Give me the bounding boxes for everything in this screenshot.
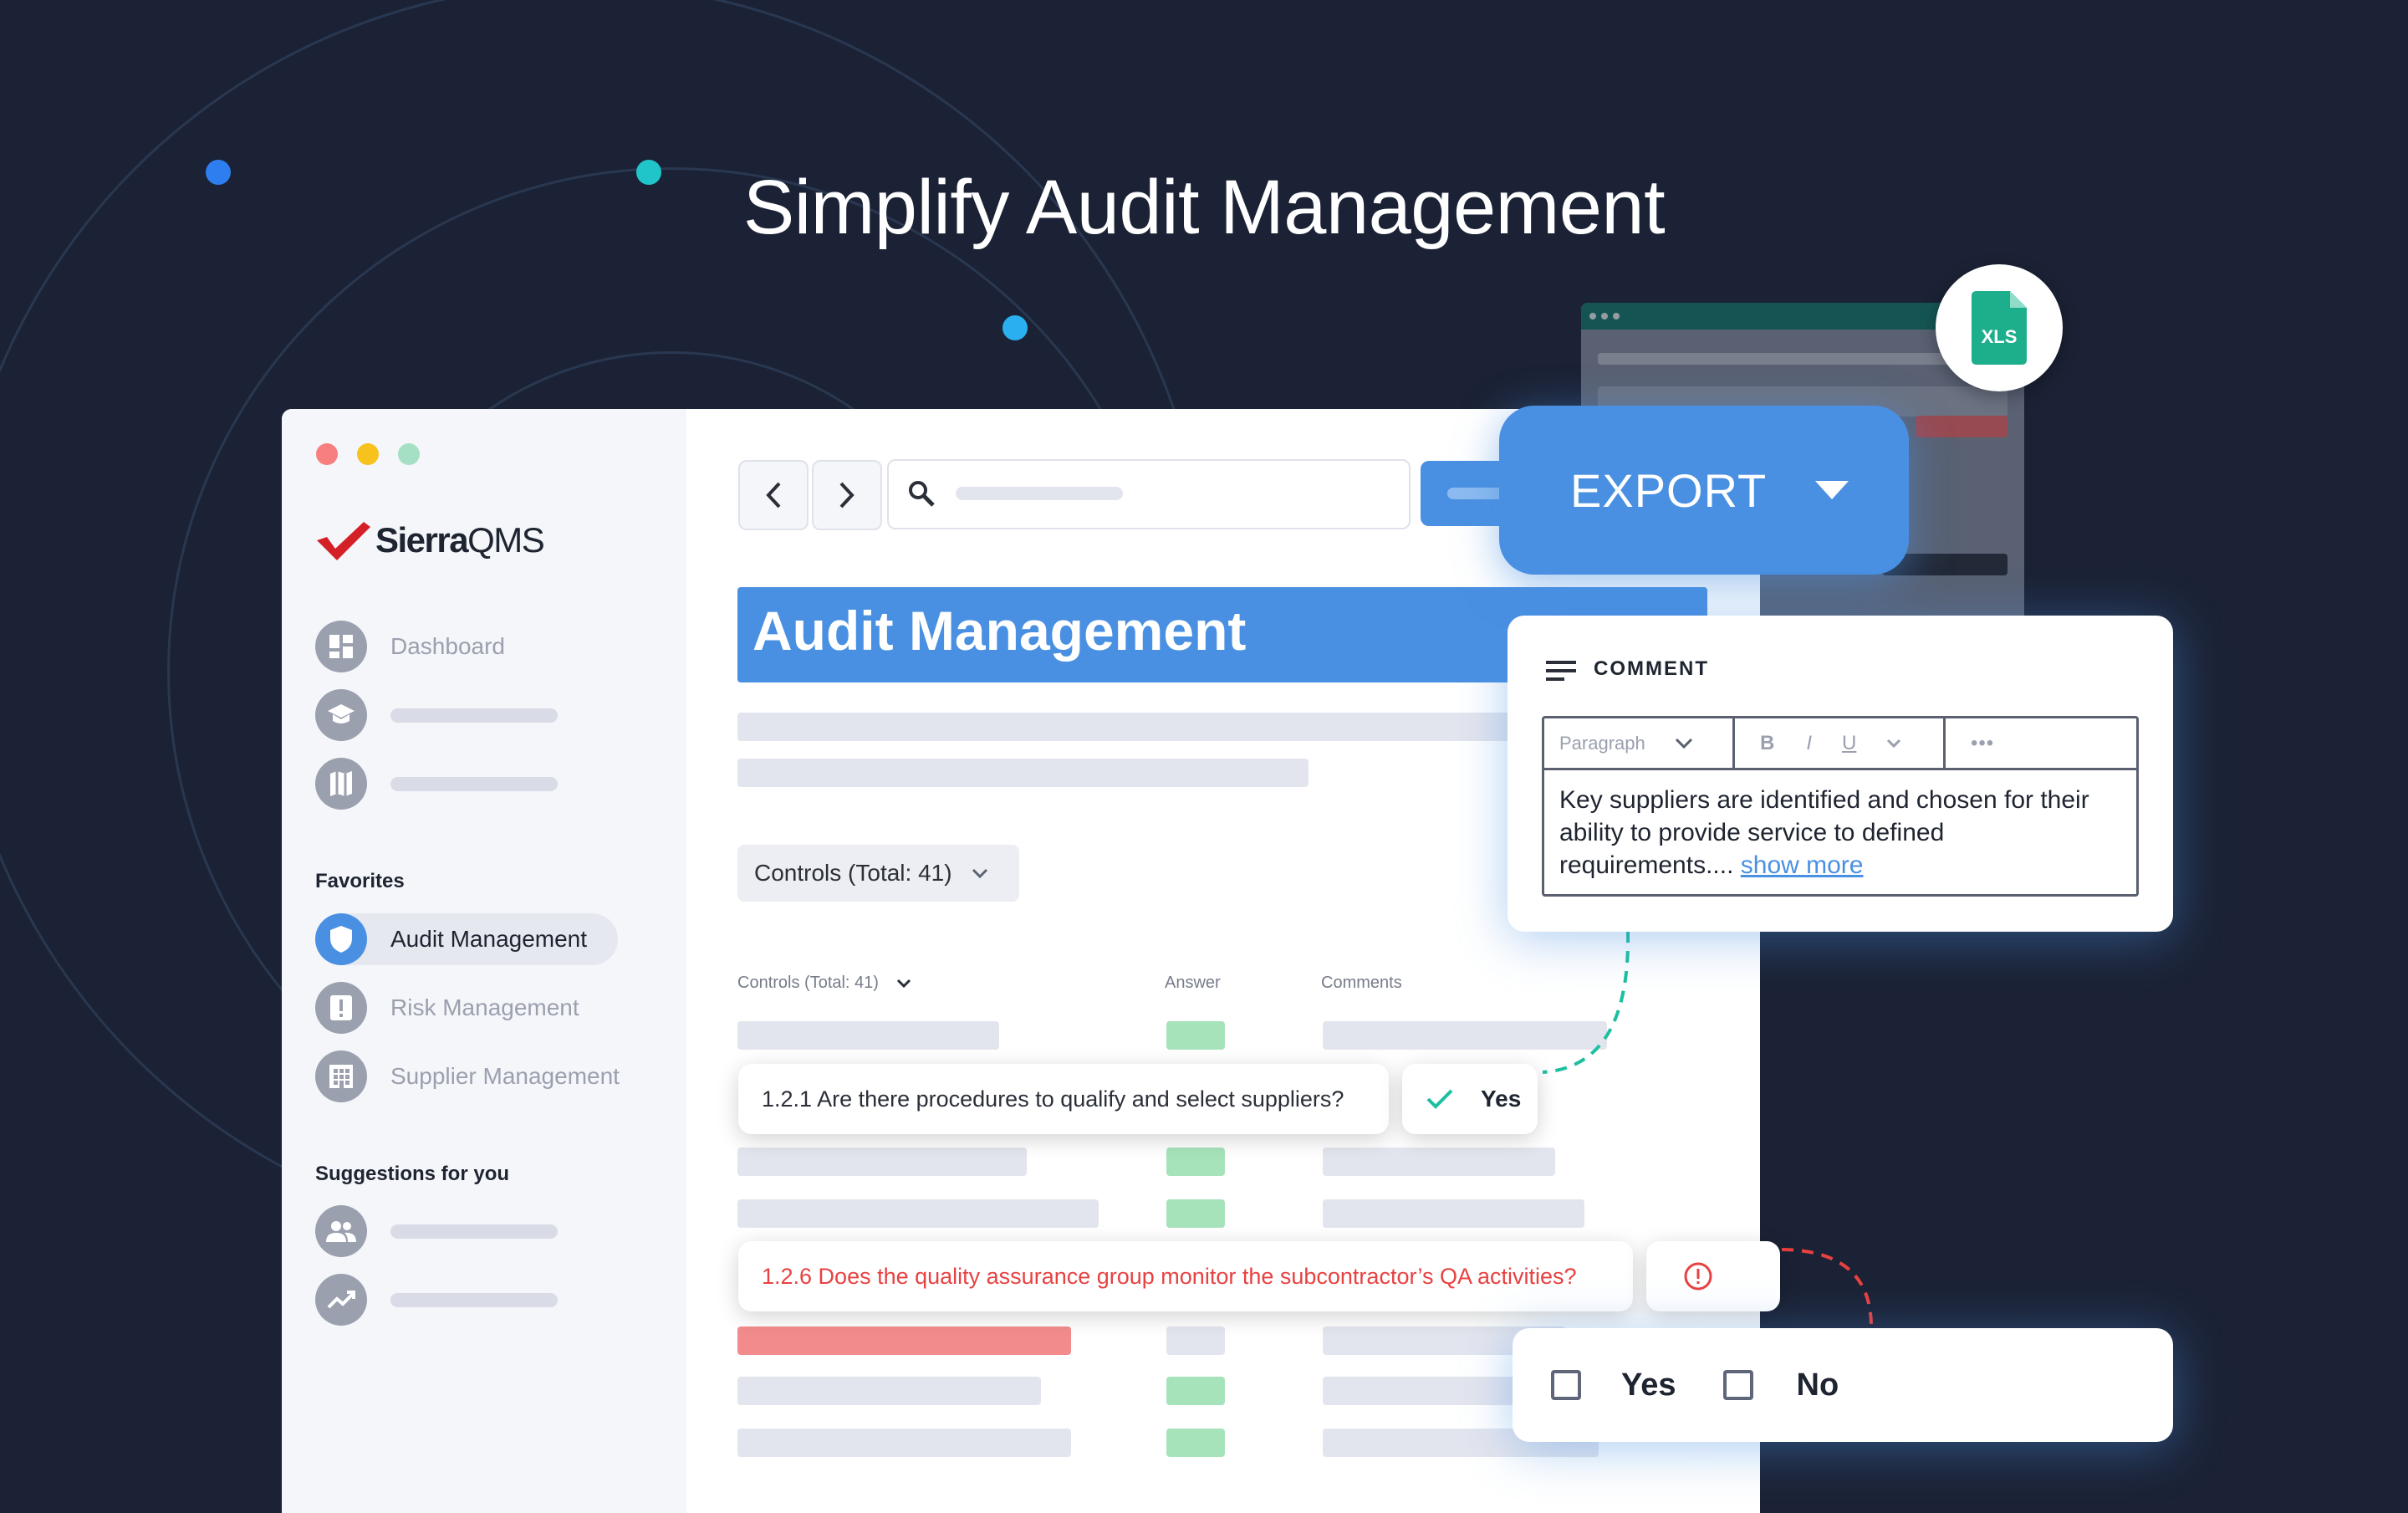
export-button[interactable]: EXPORT: [1499, 406, 1909, 575]
italic-button[interactable]: I: [1806, 732, 1812, 755]
export-label: EXPORT: [1570, 463, 1768, 517]
chevron-down-icon[interactable]: [1886, 739, 1901, 749]
comment-editor[interactable]: Paragraph B I U ••• Key suppliers are id…: [1542, 716, 2139, 897]
no-label: No: [1796, 1367, 1839, 1403]
editor-toolbar: Paragraph B I U •••: [1544, 718, 2136, 770]
comment-title: COMMENT: [1594, 657, 1709, 680]
question-text: 1.2.1 Are there procedures to qualify an…: [762, 1086, 1344, 1112]
more-options-button[interactable]: •••: [1971, 732, 1994, 755]
underline-button[interactable]: U: [1842, 732, 1856, 755]
question-card-warning[interactable]: 1.2.6 Does the quality assurance group m…: [738, 1241, 1633, 1311]
question-card[interactable]: 1.2.1 Are there procedures to qualify an…: [738, 1064, 1389, 1134]
paragraph-select[interactable]: Paragraph: [1544, 718, 1735, 768]
question-text: 1.2.6 Does the quality assurance group m…: [762, 1263, 1577, 1289]
show-more-link[interactable]: show more: [1741, 851, 1864, 879]
bold-button[interactable]: B: [1760, 732, 1774, 755]
answer-options-card: Yes No: [1513, 1328, 2173, 1442]
menu-lines-icon: [1546, 661, 1576, 681]
check-icon: [1426, 1089, 1453, 1109]
chevron-down-icon: [1675, 738, 1692, 749]
answer-yes-chip[interactable]: Yes: [1402, 1064, 1538, 1134]
caret-down-icon: [1815, 481, 1849, 499]
paragraph-select-label: Paragraph: [1559, 732, 1645, 754]
warning-chip[interactable]: [1646, 1241, 1780, 1311]
yes-checkbox[interactable]: [1551, 1370, 1581, 1400]
yes-label: Yes: [1621, 1367, 1676, 1403]
answer-label: Yes: [1481, 1086, 1522, 1112]
alert-circle-icon: [1684, 1262, 1712, 1291]
comment-panel: COMMENT Paragraph B I U ••• Key supplier…: [1508, 616, 2173, 932]
comment-body: Key suppliers are identified and chosen …: [1559, 784, 2111, 882]
no-checkbox[interactable]: [1722, 1370, 1753, 1400]
